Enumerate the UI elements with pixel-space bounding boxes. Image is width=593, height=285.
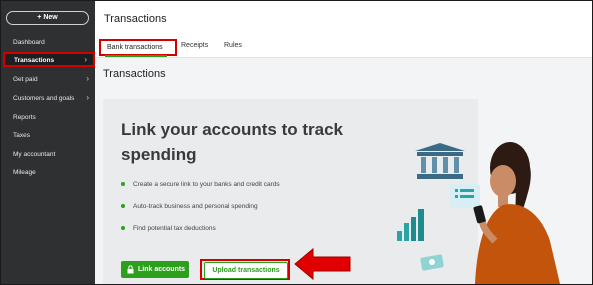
bullet-dot-icon <box>121 182 125 187</box>
bullet-text: Find potential tax deductions <box>133 225 216 232</box>
lock-icon <box>127 265 134 274</box>
page-header: Transactions Bank transactions Receipts … <box>95 1 592 58</box>
list-item: Auto-track business and personal spendin… <box>121 203 258 210</box>
bullet-dot-icon <box>121 226 125 231</box>
new-button[interactable]: + New <box>6 11 89 25</box>
main-area: Transactions Bank transactions Receipts … <box>95 1 592 284</box>
chat-bubble-icon <box>450 184 480 208</box>
sidebar-item-dashboard[interactable]: Dashboard <box>13 39 45 46</box>
sidebar-item-mileage[interactable]: Mileage <box>13 169 36 176</box>
tab-rules[interactable]: Rules <box>224 42 242 49</box>
page-title: Transactions <box>104 13 167 25</box>
tab-receipts[interactable]: Receipts <box>181 42 208 49</box>
person-with-phone-illustration <box>397 142 560 284</box>
upload-highlight-box: Upload transactions <box>200 259 290 280</box>
chevron-right-icon: › <box>86 74 89 83</box>
list-item: Find potential tax deductions <box>121 225 216 232</box>
chevron-right-icon: › <box>86 93 89 102</box>
sidebar-item-reports[interactable]: Reports <box>13 114 36 121</box>
bullet-dot-icon <box>121 204 125 209</box>
list-item: Create a secure link to your banks and c… <box>121 181 280 188</box>
tab-bank-transactions[interactable]: Bank transactions <box>99 39 177 56</box>
chevron-right-icon: › <box>84 55 87 64</box>
active-tab-indicator <box>105 55 167 57</box>
arrow-left-icon <box>294 247 351 281</box>
bar-chart-icon <box>397 209 424 241</box>
sidebar-item-transactions[interactable]: Transactions › <box>3 52 95 67</box>
bullet-text: Auto-track business and personal spendin… <box>133 203 258 210</box>
sidebar-item-customers-goals[interactable]: Customers and goals <box>13 95 74 102</box>
upload-transactions-button[interactable]: Upload transactions <box>204 262 288 279</box>
bullet-text: Create a secure link to your banks and c… <box>133 181 280 188</box>
card-title: Link your accounts to track spending <box>121 120 343 164</box>
bank-icon <box>415 143 465 179</box>
sidebar: + New Dashboard Transactions › Get paid … <box>1 1 95 284</box>
sidebar-item-taxes[interactable]: Taxes <box>13 132 30 139</box>
person-icon <box>473 142 560 284</box>
money-icon <box>420 254 444 271</box>
sidebar-item-label: Transactions <box>14 57 55 64</box>
link-accounts-label: Link accounts <box>138 266 186 273</box>
sidebar-item-my-accountant[interactable]: My accountant <box>13 151 55 158</box>
tab-label: Bank transactions <box>107 44 163 51</box>
sidebar-item-get-paid[interactable]: Get paid <box>13 76 38 83</box>
link-accounts-button[interactable]: Link accounts <box>121 261 189 278</box>
section-title: Transactions <box>103 68 166 80</box>
